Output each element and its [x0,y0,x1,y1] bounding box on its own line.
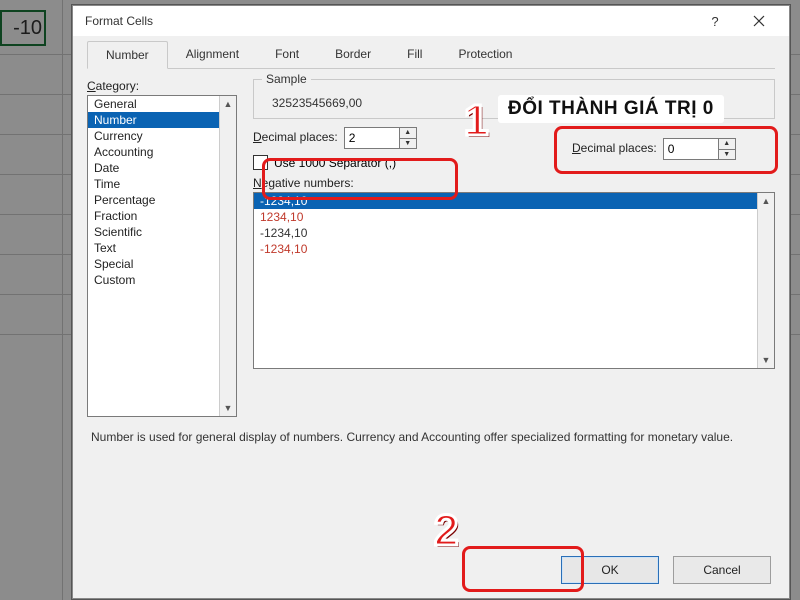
category-item-time[interactable]: Time [88,176,236,192]
neg-item-3[interactable]: -1234,10 [254,241,774,257]
format-cells-dialog: Format Cells ? Number Alignment Font Bor… [72,5,790,599]
category-item-text[interactable]: Text [88,240,236,256]
scroll-up-icon[interactable]: ▲ [758,193,774,209]
category-item-special[interactable]: Special [88,256,236,272]
cancel-button[interactable]: Cancel [673,556,771,584]
category-item-fraction[interactable]: Fraction [88,208,236,224]
dialog-title: Format Cells [81,14,693,28]
help-button[interactable]: ? [693,6,737,36]
dialog-tabs: Number Alignment Font Border Fill Protec… [87,40,775,69]
scroll-down-icon[interactable]: ▼ [758,352,774,368]
category-item-scientific[interactable]: Scientific [88,224,236,240]
negative-numbers-label: Negative numbers: [253,176,775,190]
sample-label: Sample [262,72,311,86]
neg-scrollbar[interactable]: ▲ ▼ [757,193,774,368]
floating-decimal-panel: Decimal places: ▲ ▼ [566,134,742,164]
floating-decimal-label: Decimal places: [572,141,657,155]
checkbox-icon [253,155,268,170]
negative-numbers-listbox[interactable]: -1234,10 1234,10 -1234,10 -1234,10 ▲ ▼ [253,192,775,369]
category-listbox[interactable]: General Number Currency Accounting Date … [87,95,237,417]
scroll-up-icon[interactable]: ▲ [220,96,236,112]
tab-border[interactable]: Border [317,41,389,69]
spin-up-icon[interactable]: ▲ [400,128,416,139]
ok-button[interactable]: OK [561,556,659,584]
category-item-general[interactable]: General [88,96,236,112]
sample-value: 32523545669,00 [264,96,764,110]
spin-up-icon[interactable]: ▲ [719,139,735,150]
dialog-titlebar: Format Cells ? [73,6,789,36]
sample-groupbox: Sample 32523545669,00 [253,79,775,119]
decimal-places-spinner[interactable]: ▲ ▼ [344,127,417,149]
category-item-number[interactable]: Number [88,112,236,128]
floating-decimal-spinner[interactable]: ▲ ▼ [663,138,736,160]
decimal-places-input[interactable] [345,129,399,147]
tab-number[interactable]: Number [87,41,168,69]
decimal-places-label: Decimal places: [253,130,338,144]
tab-alignment[interactable]: Alignment [168,41,257,69]
neg-item-1[interactable]: 1234,10 [254,209,774,225]
spin-down-icon[interactable]: ▼ [719,150,735,160]
tab-fill[interactable]: Fill [389,41,440,69]
category-item-date[interactable]: Date [88,160,236,176]
tab-font[interactable]: Font [257,41,317,69]
tab-protection[interactable]: Protection [440,41,530,69]
category-item-accounting[interactable]: Accounting [88,144,236,160]
spin-down-icon[interactable]: ▼ [400,139,416,149]
category-label: Category: [87,79,237,93]
category-item-currency[interactable]: Currency [88,128,236,144]
thousand-separator-label: Use 1000 Separator (,) [274,156,396,170]
neg-item-2[interactable]: -1234,10 [254,225,774,241]
category-scrollbar[interactable]: ▲ ▼ [219,96,236,416]
scroll-down-icon[interactable]: ▼ [220,400,236,416]
category-item-percentage[interactable]: Percentage [88,192,236,208]
neg-item-0[interactable]: -1234,10 [254,193,774,209]
floating-decimal-input[interactable] [664,140,718,158]
category-description: Number is used for general display of nu… [87,417,775,445]
category-item-custom[interactable]: Custom [88,272,236,288]
close-button[interactable] [737,6,781,36]
close-icon [753,15,765,27]
